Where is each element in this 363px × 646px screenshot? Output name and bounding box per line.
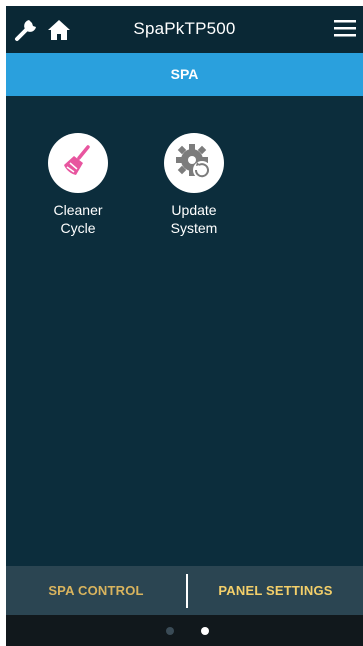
tab-panel-settings[interactable]: PANEL SETTINGS [188,566,363,615]
update-system-button[interactable]: Update System [149,133,239,237]
hamburger-menu-icon[interactable] [334,19,356,37]
cleaner-cycle-button[interactable]: Cleaner Cycle [33,133,123,237]
broom-icon [58,141,98,186]
section-header: SPA [6,53,363,96]
cleaner-cycle-label: Cleaner Cycle [53,202,103,236]
app-frame: SpaPkTP500 SPA Cleaner Cycle Update Syst… [6,6,363,646]
main-panel: Cleaner Cycle Update System [6,96,363,566]
section-label: SPA [170,66,199,82]
page-dot-2-active[interactable] [201,627,209,635]
page-dot-1[interactable] [166,627,174,635]
gear-update-icon [173,140,215,187]
tab-spa-control[interactable]: SPA CONTROL [6,566,186,615]
update-system-icon-circle [164,133,224,193]
update-system-label: Update System [170,202,218,236]
app-title: SpaPkTP500 [133,19,236,38]
bottom-tab-bar: SPA CONTROL PANEL SETTINGS [6,566,363,615]
page-indicator [6,615,363,646]
cleaner-cycle-icon-circle [48,133,108,193]
top-bar: SpaPkTP500 [6,6,363,53]
